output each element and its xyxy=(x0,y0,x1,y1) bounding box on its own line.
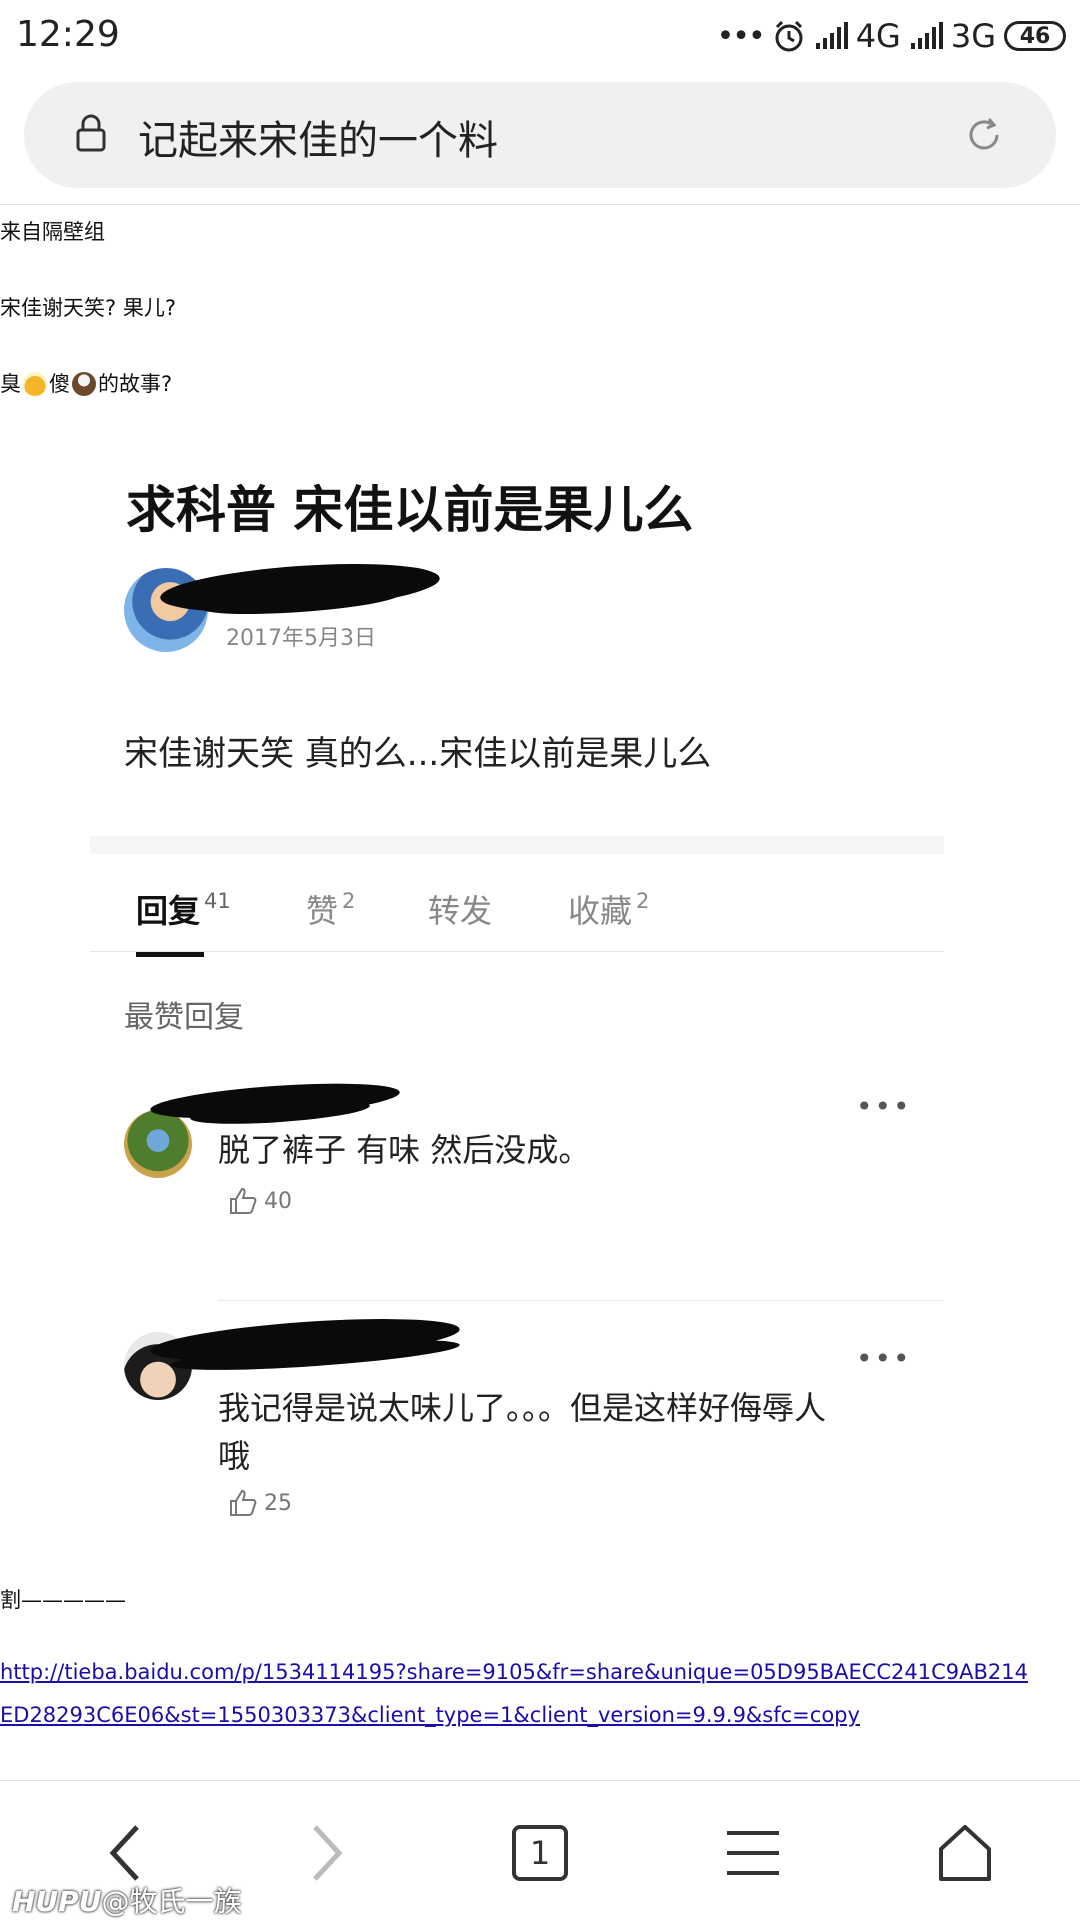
reply-avatar xyxy=(124,1110,192,1178)
tab-likes-label: 赞 xyxy=(306,892,339,930)
network-type-2: 3G xyxy=(950,17,996,55)
tab-favorites-label: 收藏 xyxy=(568,892,633,930)
post-date: 2017年5月3日 xyxy=(226,626,376,651)
more-dots-icon: ••• xyxy=(716,18,766,54)
battery-level: 46 xyxy=(1019,23,1051,49)
thumbs-up-icon xyxy=(230,1489,257,1516)
post-body: 宋佳谢天笑 真的么...宋佳以前是果儿么 xyxy=(124,734,712,774)
signal-icon-2 xyxy=(910,22,943,49)
top-replies-label: 最赞回复 xyxy=(124,1000,244,1035)
signal-icon xyxy=(815,22,848,49)
status-indicators: ••• 4G 3G 46 xyxy=(717,16,1066,56)
home-icon xyxy=(939,1825,991,1881)
battery-icon: 46 xyxy=(1004,21,1066,51)
watermark: HUPU@牧氏一族 xyxy=(12,1880,241,1920)
tab-replies[interactable]: 回复 41 xyxy=(136,886,231,932)
active-tab-indicator xyxy=(136,952,204,957)
source-link-line-1[interactable]: http://tieba.baidu.com/p/1534114195?shar… xyxy=(0,1660,1028,1684)
address-bar[interactable]: 记起来宋佳的一个料 xyxy=(24,82,1056,188)
status-bar: 12:29 ••• 4G 3G 46 xyxy=(0,0,1080,72)
section-gap xyxy=(90,836,944,854)
forward-icon xyxy=(313,1825,343,1881)
tab-replies-label: 回复 xyxy=(136,892,201,930)
watermark-user: @牧氏一族 xyxy=(101,1885,242,1918)
menu-button[interactable] xyxy=(718,1818,788,1888)
like-count: 25 xyxy=(264,1490,292,1516)
status-time: 12:29 xyxy=(16,14,120,55)
alarm-icon xyxy=(775,20,803,52)
lock-icon xyxy=(76,114,106,152)
tab-likes[interactable]: 赞2 xyxy=(306,886,355,932)
thumbs-up-icon xyxy=(230,1187,257,1214)
article-line-3-c: 的故事? xyxy=(98,372,173,396)
post-title: 求科普 宋佳以前是果儿么 xyxy=(126,481,694,539)
beer-emoji-icon xyxy=(23,372,47,396)
article-line-3-b: 傻 xyxy=(49,372,70,396)
like-button[interactable]: 40 xyxy=(228,1186,292,1216)
tab-likes-count: 2 xyxy=(342,889,356,913)
address-divider xyxy=(0,204,1080,205)
tabs-button[interactable]: 1 xyxy=(505,1818,575,1888)
tab-favorites-count: 2 xyxy=(636,889,650,913)
bottom-nav-divider xyxy=(0,1780,1080,1781)
back-icon xyxy=(109,1825,139,1881)
like-button[interactable]: 25 xyxy=(228,1488,292,1518)
home-button[interactable] xyxy=(930,1818,1000,1888)
forward-button[interactable] xyxy=(292,1818,362,1888)
tab-favorites[interactable]: 收藏 2 xyxy=(568,886,649,932)
tab-replies-count: 41 xyxy=(204,889,231,913)
article-line-1: 来自隔壁组 xyxy=(0,220,105,244)
post-tabs: 回复 41 赞2 转发 收藏 2 xyxy=(90,854,944,952)
network-type-1: 4G xyxy=(855,17,901,55)
address-text[interactable]: 记起来宋佳的一个料 xyxy=(138,108,498,166)
tab-count: 1 xyxy=(529,1834,551,1872)
embedded-post-screenshot: 求科普 宋佳以前是果儿么 2017年5月3日 宋佳谢天笑 真的么...宋佳以前是… xyxy=(90,440,944,1548)
reply-item: ••• 我记得是说太味儿了。。。但是这样好侮辱人哦 25 xyxy=(90,1302,944,1542)
divider-text: 割————— xyxy=(0,1588,126,1612)
tabs-icon: 1 xyxy=(512,1825,568,1881)
reply-divider xyxy=(218,1300,944,1301)
reply-text: 我记得是说太味儿了。。。但是这样好侮辱人哦 xyxy=(218,1389,827,1475)
tab-forward-label: 转发 xyxy=(428,892,493,930)
reply-text: 脱了裤子 有味 然后没成。 xyxy=(218,1131,591,1169)
more-options-icon[interactable]: ••• xyxy=(856,1090,912,1123)
article-line-2: 宋佳谢天笑? 果儿? xyxy=(0,296,176,320)
reply-item: ••• 脱了裤子 有味 然后没成。 40 xyxy=(90,1077,944,1280)
article-line-3-a: 臭 xyxy=(0,372,21,396)
tab-forward[interactable]: 转发 xyxy=(428,886,492,932)
like-count: 40 xyxy=(264,1188,292,1214)
article-line-3: 臭 傻 的故事? xyxy=(0,368,172,398)
more-options-icon[interactable]: ••• xyxy=(856,1342,912,1375)
source-link-line-2[interactable]: ED28293C6E06&st=1550303373&client_type=1… xyxy=(0,1703,860,1727)
watermark-brand: HUPU xyxy=(12,1885,102,1918)
menu-icon xyxy=(727,1831,779,1875)
eagle-emoji-icon xyxy=(72,372,96,396)
back-button[interactable] xyxy=(90,1818,160,1888)
reload-icon[interactable] xyxy=(964,115,1004,155)
